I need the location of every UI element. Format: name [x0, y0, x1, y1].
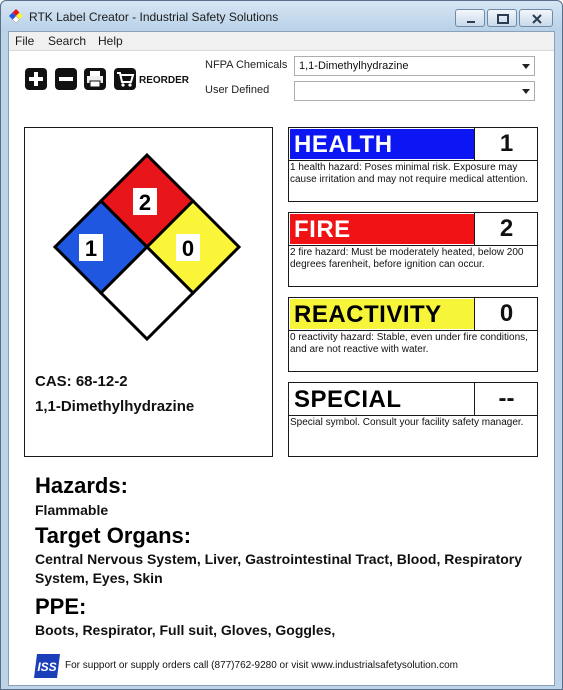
target-organs-value: Central Nervous System, Liver, Gastroint…: [35, 551, 523, 586]
fire-title: FIRE: [294, 216, 351, 243]
remove-icon[interactable]: [55, 68, 77, 90]
app-window: RTK Label Creator - Industrial Safety So…: [0, 0, 563, 690]
divider: [289, 160, 537, 161]
window-title: RTK Label Creator - Industrial Safety So…: [29, 10, 279, 24]
iss-logo-text: ISS: [37, 660, 56, 674]
add-icon[interactable]: [25, 68, 47, 90]
divider: [289, 330, 537, 331]
reactivity-box: REACTIVITY 0 0 reactivity hazard: Stable…: [288, 297, 538, 372]
chevron-down-icon: [522, 64, 530, 69]
special-description: Special symbol. Consult your facility sa…: [290, 417, 524, 428]
nfpa-chemicals-value: 1,1-Dimethylhydrazine: [299, 60, 409, 72]
menu-help[interactable]: Help: [98, 34, 123, 48]
reactivity-title: REACTIVITY: [294, 301, 442, 328]
target-organs-heading: Target Organs:: [35, 523, 192, 548]
user-defined-label: User Defined: [205, 84, 270, 96]
client-area: File Search Help REORDER NFPA Chemicals: [8, 31, 555, 686]
close-button[interactable]: [519, 9, 553, 27]
health-title: HEALTH: [294, 131, 393, 158]
support-footer: For support or supply orders call (877)7…: [65, 660, 458, 671]
maximize-button[interactable]: [487, 9, 517, 27]
printer-icon[interactable]: [84, 68, 106, 90]
health-box: HEALTH 1 1 health hazard: Poses minimal …: [288, 127, 538, 202]
diamond-flammability-value: 2: [139, 190, 151, 215]
reactivity-header: REACTIVITY: [290, 299, 474, 329]
app-diamond-icon: [9, 9, 23, 23]
fire-box: FIRE 2 2 fire hazard: Must be moderately…: [288, 212, 538, 287]
special-title: SPECIAL: [294, 386, 402, 413]
fire-rating: 2: [474, 213, 538, 245]
close-icon: [532, 14, 542, 24]
cas-number: CAS: 68-12-2: [35, 373, 128, 390]
ppe-value: Boots, Respirator, Full suit, Gloves, Go…: [35, 622, 336, 638]
menu-file[interactable]: File: [15, 34, 34, 48]
nfpa-diamond: 2 1 0: [52, 152, 242, 342]
menu-bar: File Search Help: [9, 32, 554, 51]
user-defined-select[interactable]: [294, 81, 535, 101]
chemical-name: 1,1-Dimethylhydrazine: [35, 398, 195, 415]
minimize-button[interactable]: [455, 9, 485, 27]
health-description: 1 health hazard: Poses minimal risk. Exp…: [290, 162, 528, 185]
fire-header: FIRE: [290, 214, 474, 244]
special-box: SPECIAL -- Special symbol. Consult your …: [288, 382, 538, 457]
health-rating: 1: [474, 128, 538, 160]
hazards-value: Flammable: [35, 502, 109, 518]
title-bar[interactable]: RTK Label Creator - Industrial Safety So…: [1, 1, 562, 31]
reactivity-rating: 0: [474, 298, 538, 330]
minimize-icon: [467, 21, 475, 23]
nfpa-diamond-panel: 2 1 0 CAS: 68-12-2 1,1-Dimethylhydrazine: [24, 127, 273, 457]
iss-logo-icon: ISS: [34, 654, 60, 678]
special-rating: --: [474, 383, 538, 415]
nfpa-chemicals-select[interactable]: 1,1-Dimethylhydrazine: [294, 56, 535, 76]
menu-search[interactable]: Search: [48, 34, 86, 48]
divider: [289, 245, 537, 246]
diamond-reactivity-value: 0: [182, 236, 194, 261]
diamond-health-value: 1: [85, 236, 97, 261]
fire-description: 2 fire hazard: Must be moderately heated…: [290, 247, 524, 270]
reorder-label[interactable]: REORDER: [139, 75, 189, 86]
chevron-down-icon: [522, 89, 530, 94]
ppe-heading: PPE:: [35, 594, 87, 619]
reactivity-description: 0 reactivity hazard: Stable, even under …: [290, 332, 528, 355]
divider: [289, 415, 537, 416]
hazards-heading: Hazards:: [35, 473, 128, 498]
maximize-icon: [497, 14, 509, 24]
special-header: SPECIAL: [290, 384, 474, 414]
cart-icon[interactable]: [114, 68, 136, 90]
nfpa-chemicals-label: NFPA Chemicals: [205, 59, 288, 71]
health-header: HEALTH: [290, 129, 474, 159]
